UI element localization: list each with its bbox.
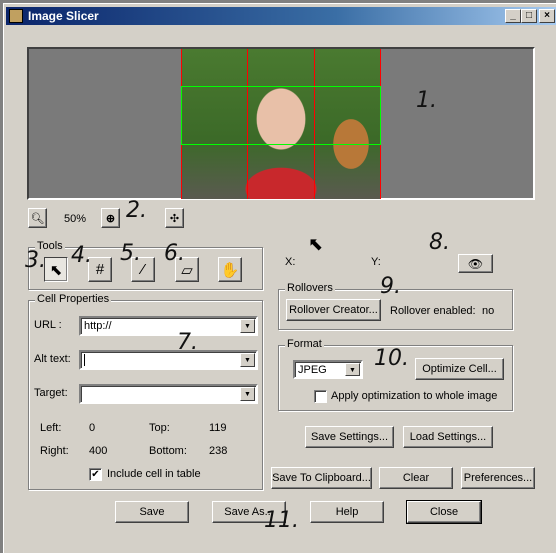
- url-label: URL :: [34, 319, 62, 331]
- rollover-enabled-value: no: [482, 305, 495, 317]
- chevron-down-icon[interactable]: ▼: [240, 387, 255, 401]
- apply-optimization-label: Apply optimization to whole image: [331, 390, 498, 402]
- hand-tool-button[interactable]: ✋: [218, 257, 242, 282]
- left-value: 0: [89, 422, 96, 434]
- minimize-button[interactable]: _: [505, 9, 521, 23]
- eye-icon: 👁︎: [467, 256, 484, 271]
- top-label: Top:: [149, 422, 170, 434]
- annotation-4: 4.: [71, 243, 92, 268]
- annotation-9: 9.: [380, 274, 401, 299]
- select-tool-button[interactable]: ⬉: [44, 257, 68, 282]
- arrow-icon: ⬉: [49, 261, 63, 279]
- load-settings-button[interactable]: Load Settings...: [403, 426, 493, 448]
- move-icon: ✣: [169, 212, 180, 225]
- window-title: Image Slicer: [28, 9, 99, 23]
- target-combo[interactable]: ▼: [79, 384, 258, 404]
- text-caret: [84, 354, 85, 367]
- rollover-enabled-label: Rollover enabled:: [390, 305, 476, 317]
- save-settings-button[interactable]: Save Settings...: [305, 426, 394, 448]
- left-label: Left:: [40, 422, 62, 434]
- checkmark-icon: ✔: [91, 469, 100, 480]
- target-label: Target:: [34, 387, 68, 399]
- fit-button[interactable]: ✣: [165, 208, 184, 228]
- zoom-out-button[interactable]: 🔍︎: [28, 208, 47, 228]
- mouse-cursor-icon: ⬉: [308, 234, 324, 254]
- optimize-cell-button[interactable]: Optimize Cell...: [415, 358, 504, 380]
- right-label: Right:: [40, 445, 69, 457]
- chevron-down-icon[interactable]: ▼: [345, 363, 360, 376]
- zoom-out-icon: 🔍︎: [30, 212, 45, 225]
- apply-optimization-checkbox[interactable]: [314, 390, 327, 403]
- include-cell-checkbox[interactable]: ✔: [89, 468, 102, 481]
- annotation-2: 2.: [126, 198, 147, 223]
- annotation-7: 7.: [177, 330, 198, 355]
- url-value: http://: [84, 320, 112, 332]
- app-icon: [9, 9, 23, 23]
- format-value: JPEG: [298, 364, 327, 376]
- grid-icon: #: [95, 261, 105, 278]
- format-label: Format: [285, 338, 324, 350]
- annotation-10: 10.: [374, 346, 409, 371]
- preview-button[interactable]: 👁︎: [458, 254, 493, 273]
- save-button[interactable]: Save: [115, 501, 189, 523]
- save-to-clipboard-button[interactable]: Save To Clipboard...: [271, 467, 372, 489]
- rollovers-label: Rollovers: [285, 282, 335, 294]
- knife-icon: ⁄: [141, 261, 145, 278]
- x-coord-label: X:: [285, 256, 296, 268]
- annotation-1: 1.: [416, 88, 437, 113]
- top-value: 119: [209, 422, 227, 434]
- selected-slice[interactable]: [181, 86, 381, 145]
- annotation-3: 3.: [25, 248, 46, 273]
- annotation-8: 8.: [429, 230, 450, 255]
- annotation-6: 6.: [164, 241, 185, 266]
- cell-properties-label: Cell Properties: [35, 293, 112, 305]
- annotation-11: 11.: [264, 508, 299, 533]
- zoom-in-icon: ⊕: [105, 212, 116, 225]
- close-button[interactable]: Close: [406, 500, 482, 524]
- alt-text-label: Alt text:: [34, 353, 71, 365]
- include-cell-label: Include cell in table: [107, 468, 201, 480]
- title-bar[interactable]: Image Slicer: [6, 7, 556, 25]
- format-select[interactable]: JPEG ▼: [293, 360, 363, 379]
- bottom-value: 238: [209, 445, 228, 457]
- right-value: 400: [89, 445, 108, 457]
- alt-text-combo[interactable]: ▼: [79, 350, 258, 370]
- zoom-in-button[interactable]: ⊕: [101, 208, 120, 228]
- maximize-button[interactable]: □: [521, 9, 537, 23]
- annotation-5: 5.: [120, 241, 141, 266]
- chevron-down-icon[interactable]: ▼: [240, 353, 255, 367]
- preferences-button[interactable]: Preferences...: [461, 467, 535, 489]
- y-coord-label: Y:: [371, 256, 381, 268]
- zoom-level: 50%: [64, 213, 87, 225]
- hand-icon: ✋: [220, 261, 240, 279]
- close-window-button[interactable]: ×: [539, 9, 555, 23]
- help-button[interactable]: Help: [310, 501, 384, 523]
- clear-button[interactable]: Clear: [379, 467, 453, 489]
- rollover-creator-button[interactable]: Rollover Creator...: [286, 299, 381, 321]
- bottom-label: Bottom:: [149, 445, 187, 457]
- chevron-down-icon[interactable]: ▼: [240, 319, 255, 333]
- url-combo[interactable]: http:// ▼: [79, 316, 258, 336]
